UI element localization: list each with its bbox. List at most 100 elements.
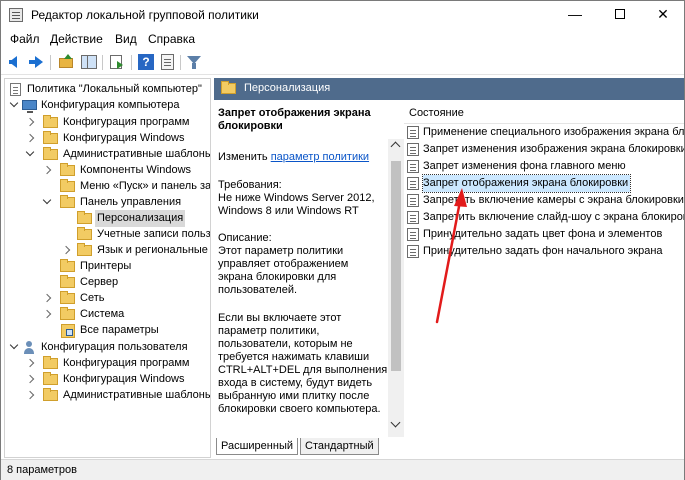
- toolbar: ?: [1, 49, 684, 75]
- properties-button[interactable]: [159, 53, 177, 71]
- folder-icon: [77, 227, 92, 240]
- tab-standard[interactable]: Стандартный: [300, 438, 379, 455]
- menu-bar: Файл Действие Вид Справка: [1, 29, 684, 49]
- tree-node-label: Конфигурация программ: [63, 357, 190, 369]
- export-list-button[interactable]: [108, 53, 126, 71]
- folder-icon: [43, 131, 58, 144]
- menu-help[interactable]: Справка: [148, 32, 195, 46]
- expand-arrow-icon[interactable]: [25, 114, 35, 131]
- tab-extended[interactable]: Расширенный: [216, 438, 298, 455]
- toolbar-separator: [180, 55, 181, 70]
- folder-icon: [221, 81, 236, 94]
- forward-button[interactable]: [27, 53, 45, 71]
- edit-policy-link[interactable]: параметр политики: [271, 151, 369, 163]
- view-tabs: Расширенный Стандартный: [214, 438, 684, 458]
- tree-node-label: Панель управления: [80, 196, 182, 208]
- folder-icon: [77, 243, 92, 256]
- description-text: экрана блокировки для: [218, 271, 337, 283]
- expand-arrow-icon[interactable]: [25, 371, 35, 388]
- tree-node-label: Принтеры: [80, 260, 132, 272]
- folder-icon: [43, 115, 58, 128]
- tree-node-label: Конфигурация компьютера: [41, 99, 180, 111]
- description-pane: Запрет отображения экрана блокировки Изм…: [214, 100, 388, 438]
- tree-node-label: Политика "Локальный компьютер": [27, 83, 202, 95]
- description-scrollbar[interactable]: [388, 139, 404, 437]
- title-bar: Редактор локальной групповой политики — …: [1, 1, 684, 29]
- content-header: Персонализация: [214, 78, 684, 100]
- description-text: входа в систему, будут видеть: [218, 377, 373, 389]
- expand-arrow-icon[interactable]: [42, 306, 52, 323]
- policy-row[interactable]: Применение специального изображения экра…: [404, 124, 684, 141]
- expand-arrow-icon[interactable]: [61, 242, 71, 259]
- expand-arrow-icon[interactable]: [25, 387, 35, 404]
- description-text: Если вы включаете этот: [218, 312, 342, 324]
- toolbar-separator: [131, 55, 132, 70]
- maximize-button[interactable]: [598, 1, 642, 29]
- tree-node-label: Меню «Пуск» и панель задач: [80, 180, 211, 192]
- policy-row[interactable]: Принудительно задать фон начального экра…: [404, 243, 684, 260]
- scroll-thumb[interactable]: [391, 161, 401, 371]
- all-settings-icon: [61, 324, 75, 338]
- description-text: CTRL+ALT+DEL для выполнения: [218, 364, 388, 376]
- maximize-icon: [615, 8, 625, 19]
- expand-arrow-icon[interactable]: [42, 290, 52, 307]
- policy-title: Запрет отображения экрана блокировки: [218, 107, 384, 133]
- policy-row[interactable]: Запретить включение слайд-шоу с экрана б…: [404, 209, 684, 226]
- toolbar-separator: [50, 55, 51, 70]
- policy-row-selected[interactable]: Запрет отображения экрана блокировки: [404, 174, 684, 193]
- expand-arrow-icon[interactable]: [25, 355, 35, 372]
- policy-row[interactable]: Принудительно задать цвет фона и элемент…: [404, 226, 684, 243]
- tree-node-label: Конфигурация Windows: [63, 373, 185, 385]
- help-icon: ?: [138, 54, 154, 70]
- policy-setting-icon: [407, 177, 419, 190]
- forward-icon: [29, 56, 43, 68]
- collapse-arrow-icon[interactable]: [25, 146, 35, 163]
- policy-setting-icon: [407, 126, 419, 139]
- filter-button[interactable]: [185, 53, 203, 71]
- scroll-down-icon[interactable]: [390, 417, 401, 428]
- requirements-text: Не ниже Windows Server 2012,: [218, 192, 375, 204]
- policy-setting-icon: [407, 143, 419, 156]
- description-text: пользователей.: [218, 284, 298, 296]
- expand-arrow-icon[interactable]: [25, 130, 35, 147]
- policy-setting-icon: [407, 228, 419, 241]
- collapse-arrow-icon[interactable]: [42, 194, 52, 211]
- description-text: Этот параметр политики: [218, 245, 344, 257]
- scroll-up-icon[interactable]: [390, 141, 401, 152]
- collapse-arrow-icon[interactable]: [9, 339, 19, 356]
- gpedit-window: Редактор локальной групповой политики — …: [0, 0, 685, 480]
- tree-node-label: Сеть: [80, 292, 105, 304]
- folder-up-icon: [59, 54, 73, 68]
- policy-list: Состояние Применение специального изобра…: [404, 100, 684, 438]
- policy-setting-icon: [407, 211, 419, 224]
- up-one-level-button[interactable]: [57, 53, 75, 71]
- folder-icon: [60, 291, 75, 304]
- description-label: Описание:: [218, 232, 272, 244]
- policy-name: Запрет изменения изображения экрана блок…: [423, 143, 684, 155]
- show-hide-tree-icon: [81, 55, 97, 69]
- sheet-icon: [161, 54, 174, 70]
- collapse-arrow-icon[interactable]: [9, 97, 19, 114]
- status-bar: 8 параметров: [1, 459, 684, 480]
- requirements-text: Windows 8 или Windows RT: [218, 205, 359, 217]
- policy-row[interactable]: Запрет изменения изображения экрана блок…: [404, 141, 684, 158]
- menu-file[interactable]: Файл: [10, 32, 40, 46]
- show-hide-tree-button[interactable]: [80, 53, 98, 71]
- folder-icon: [60, 163, 75, 176]
- policy-row[interactable]: Запрет изменения фона главного меню: [404, 158, 684, 175]
- minimize-button[interactable]: —: [553, 1, 597, 29]
- folder-icon: [60, 307, 75, 320]
- folder-icon: [43, 388, 58, 401]
- tree-node-label: Конфигурация пользователя: [41, 341, 188, 353]
- help-button[interactable]: ?: [137, 53, 155, 71]
- menu-view[interactable]: Вид: [115, 32, 137, 46]
- tree-node-label: Конфигурация Windows: [63, 132, 185, 144]
- close-button[interactable]: ✕: [641, 1, 685, 29]
- policy-row[interactable]: Запретить включение камеры с экрана блок…: [404, 192, 684, 209]
- description-text: блокировки своего компьютера.: [218, 403, 381, 415]
- back-button[interactable]: [7, 53, 25, 71]
- column-header-state[interactable]: Состояние: [404, 103, 684, 124]
- tree-node-label: Учетные записи пользователей: [97, 228, 211, 240]
- expand-arrow-icon[interactable]: [42, 162, 52, 179]
- menu-action[interactable]: Действие: [50, 32, 103, 46]
